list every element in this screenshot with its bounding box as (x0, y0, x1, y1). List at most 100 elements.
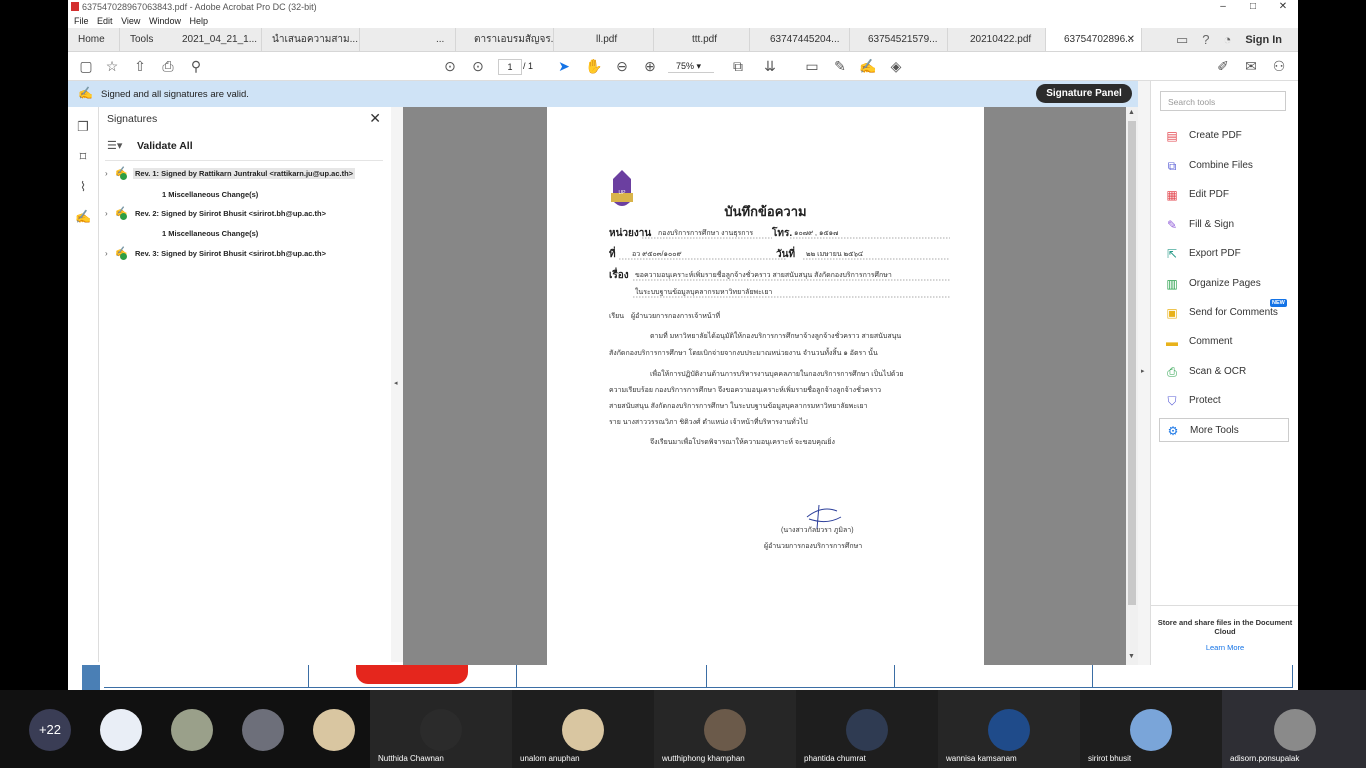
memo-title: บันทึกข้อความ (724, 205, 807, 220)
menu-help[interactable]: Help (189, 14, 208, 28)
participant-tile[interactable]: Nutthida Chawnan (370, 690, 512, 768)
more-participants-button[interactable]: +22 (29, 709, 71, 751)
star-icon[interactable]: ☆ (102, 56, 122, 76)
user-icon[interactable]: ⚇ (1269, 56, 1289, 76)
menu-edit[interactable]: Edit (97, 14, 113, 28)
expand-chevron-icon[interactable]: › (105, 249, 108, 258)
sign-in-button[interactable]: Sign In (1245, 34, 1282, 46)
next-page-icon[interactable]: ⊙ (468, 56, 488, 76)
participant-avatar[interactable] (313, 709, 355, 751)
bookmark-icon[interactable]: ⌑ (75, 149, 91, 165)
tab-tools[interactable]: Tools (120, 28, 172, 51)
phone-value: ๑๐๗๙ , ๑๕๑๗ (794, 230, 839, 237)
vertical-scrollbar[interactable]: ▲ ▼ (1126, 107, 1138, 665)
zoom-out-icon[interactable]: ⊖ (612, 56, 632, 76)
bell-icon[interactable]: ◔ (1223, 32, 1231, 47)
menu-view[interactable]: View (121, 14, 140, 28)
scroll-down-icon[interactable]: ▼ (1128, 653, 1135, 660)
menu-window[interactable]: Window (149, 14, 181, 28)
tab-document[interactable]: 2021_04_21_1... (172, 28, 262, 51)
comment-icon[interactable]: ▭ (802, 56, 822, 76)
header-right: ▭ ? ◔ Sign In (1169, 28, 1298, 51)
meeting-participants-bar: +22 Nutthida Chawnan unalom anuphan wutt… (0, 690, 1366, 768)
participant-tile[interactable]: sirirot bhusit (1080, 690, 1222, 768)
tab-document[interactable]: 20210422.pdf (948, 28, 1046, 51)
tool-edit-pdf[interactable]: ▦ Edit PDF (1159, 183, 1289, 207)
print-icon[interactable]: ⎙ (158, 56, 178, 76)
salutation-value: ผู้อำนวยการกองการเจ้าหน้าที่ (631, 313, 721, 320)
participant-avatar[interactable] (171, 709, 213, 751)
expand-chevron-icon[interactable]: › (105, 209, 108, 218)
save-icon[interactable]: ▢ (76, 56, 96, 76)
tool-create-pdf[interactable]: ▤ Create PDF (1159, 124, 1289, 148)
scroll-mode-icon[interactable]: ⇊ (760, 56, 780, 76)
panel-splitter[interactable]: ◂ (391, 107, 403, 662)
tab-document[interactable]: ... (360, 28, 456, 51)
tab-document[interactable]: ตาราเอบรมสัญจร... (456, 28, 554, 51)
scroll-up-icon[interactable]: ▲ (1128, 109, 1135, 116)
right-panel-toggle[interactable]: ▸ (1138, 81, 1150, 665)
zoom-in-icon[interactable]: ⊕ (640, 56, 660, 76)
search-tools-input[interactable]: Search tools (1160, 91, 1286, 111)
pen-icon[interactable]: ✐ (1213, 56, 1233, 76)
page-number-input[interactable]: 1 (498, 59, 522, 75)
tool-more-tools[interactable]: ⚙ More Tools (1159, 418, 1289, 442)
tool-scan-ocr[interactable]: ⎙ Scan & OCR (1159, 360, 1289, 384)
pages-icon[interactable]: ❐ (75, 119, 91, 135)
tool-comment[interactable]: ▬ Comment (1159, 330, 1289, 354)
mail-icon[interactable]: ✉ (1241, 56, 1261, 76)
participant-avatar[interactable] (100, 709, 142, 751)
tab-document[interactable]: 63747445204... (750, 28, 850, 51)
close-window-button[interactable]: ✕ (1268, 0, 1298, 14)
collapse-left-icon[interactable]: ◂ (394, 379, 398, 387)
options-menu-icon[interactable]: ☰▾ (107, 139, 122, 152)
zoom-select[interactable]: 75% ▾ (668, 59, 714, 73)
edit-pdf-icon: ▦ (1166, 188, 1178, 202)
tool-combine-files[interactable]: ⧉ Combine Files (1159, 154, 1289, 178)
tab-document[interactable]: ttt.pdf (654, 28, 750, 51)
search-icon[interactable]: ⚲ (186, 56, 206, 76)
signature-panel-button[interactable]: Signature Panel (1036, 84, 1132, 103)
background-slide-strip (68, 665, 1298, 690)
hand-icon[interactable]: ✋ (584, 56, 604, 76)
tab-document[interactable]: 63754521579... (850, 28, 948, 51)
participant-tile[interactable]: wutthiphong khamphan (654, 690, 796, 768)
tool-fill-sign[interactable]: ✎ Fill & Sign (1159, 213, 1289, 237)
prev-page-icon[interactable]: ⊙ (440, 56, 460, 76)
expand-right-icon[interactable]: ▸ (1141, 367, 1145, 375)
participant-tile[interactable]: adisorn.ponsupalak (1222, 690, 1366, 768)
revision-changes: 1 Miscellaneous Change(s) (162, 190, 259, 199)
scroll-thumb[interactable] (1128, 121, 1136, 605)
stamp-icon[interactable]: ◈ (886, 56, 906, 76)
page-fit-icon[interactable]: ⧉ (728, 56, 748, 76)
maximize-button[interactable]: □ (1238, 0, 1268, 14)
expand-chevron-icon[interactable]: › (105, 169, 108, 178)
close-tab-icon[interactable]: ✕ (1127, 28, 1135, 51)
validate-all-button[interactable]: Validate All (137, 140, 193, 152)
attachment-icon[interactable]: ⌇ (75, 179, 91, 195)
tool-export-pdf[interactable]: ⇱ Export PDF (1159, 242, 1289, 266)
tab-document[interactable]: ll.pdf (554, 28, 654, 51)
upload-icon[interactable]: ⇧ (130, 56, 150, 76)
chat-icon[interactable]: ▭ (1176, 32, 1188, 48)
sign-icon[interactable]: ✍ (858, 56, 878, 76)
tool-protect[interactable]: ⛉ Protect (1159, 389, 1289, 413)
tab-document-active[interactable]: 63754702896... ✕ (1046, 28, 1142, 51)
menu-file[interactable]: File (74, 14, 89, 28)
background-cell (1092, 665, 1293, 688)
close-panel-icon[interactable]: ✕ (369, 110, 381, 127)
tab-home[interactable]: Home (68, 28, 120, 51)
tab-document[interactable]: นำเสนอความสาม... (262, 28, 360, 51)
learn-more-link[interactable]: Learn More (1151, 643, 1298, 652)
participant-tile[interactable]: unalom anuphan (512, 690, 654, 768)
participant-avatar[interactable] (242, 709, 284, 751)
tool-organize-pages[interactable]: ▥ Organize Pages (1159, 272, 1289, 296)
help-icon[interactable]: ? (1202, 32, 1209, 47)
minimize-button[interactable]: – (1208, 0, 1238, 14)
select-cursor-icon[interactable]: ➤ (554, 56, 574, 76)
participant-tile[interactable]: phantida chumrat (796, 690, 938, 768)
participant-tile[interactable]: wannisa kamsanam (938, 690, 1080, 768)
body-line: ราย นางสาววรรณวิภา ชิติวงศ์ ตำแหน่ง เจ้า… (609, 419, 808, 426)
signature-nav-icon[interactable]: ✍ (75, 209, 91, 225)
highlight-icon[interactable]: ✎ (830, 56, 850, 76)
